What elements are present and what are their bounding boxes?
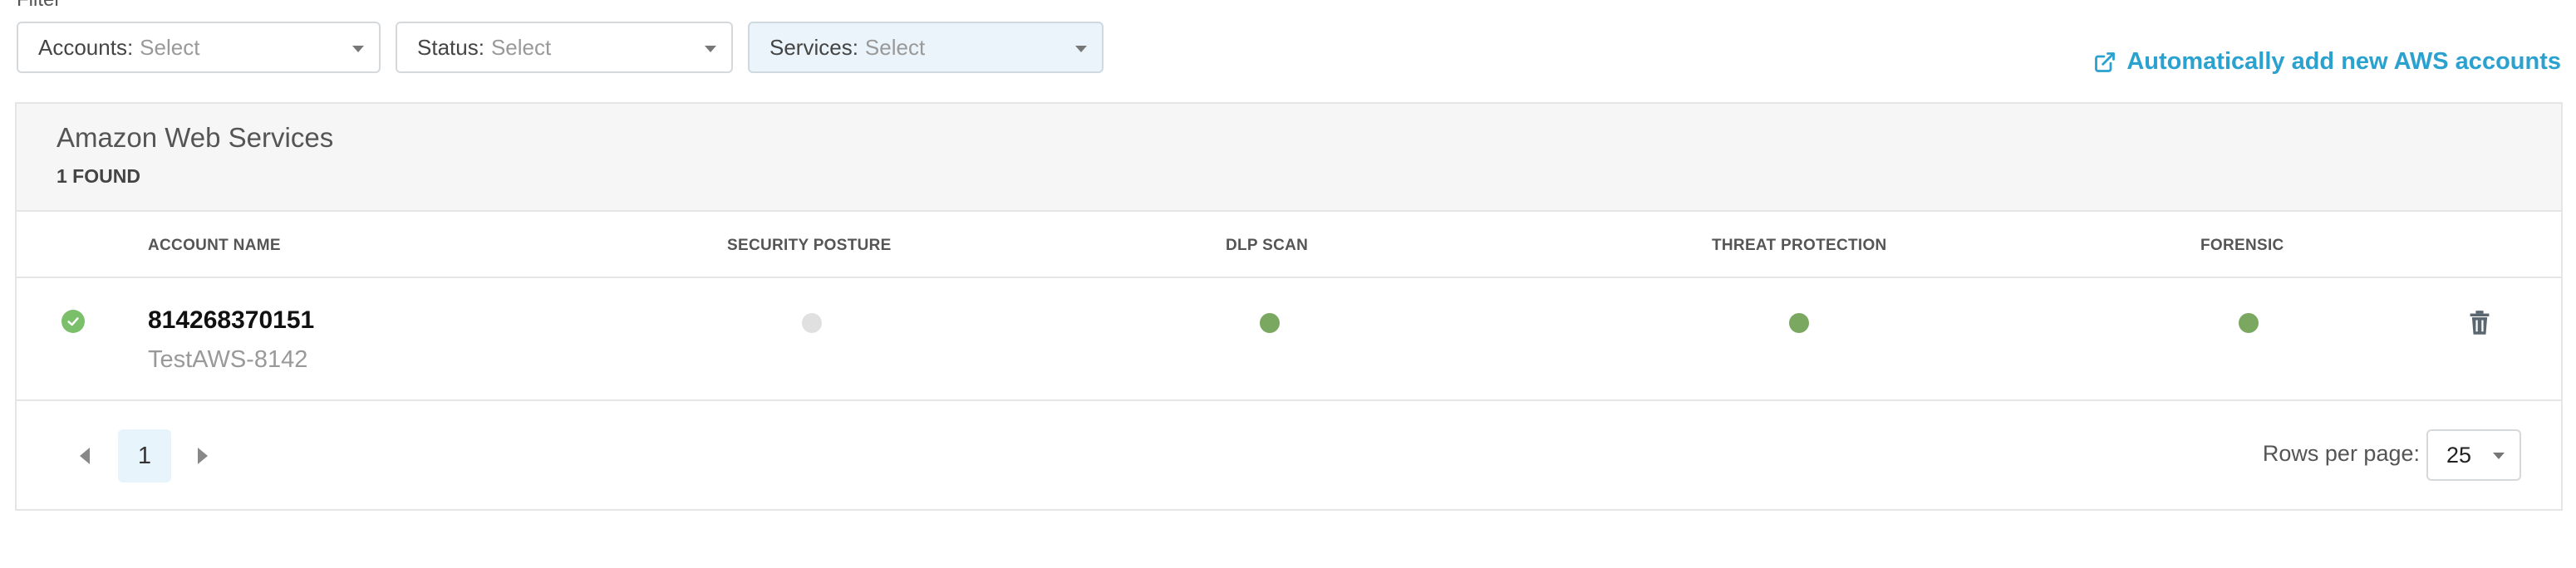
chevron-down-icon	[352, 46, 364, 52]
column-header-threat-protection: THREAT PROTECTION	[1712, 237, 1887, 254]
results-count: 1 FOUND	[57, 165, 140, 187]
filter-bar: Accounts: Select Status: Select Services…	[17, 22, 1104, 73]
pagination: 1 Rows per page: 25	[17, 401, 2561, 509]
dlp-scan-status-dot	[1260, 313, 1280, 333]
account-alias: TestAWS-8142	[148, 346, 308, 373]
chevron-down-icon	[2493, 453, 2505, 459]
external-link-icon	[2095, 51, 2116, 72]
rows-per-page-value: 25	[2446, 442, 2472, 468]
accounts-filter-dropdown[interactable]: Accounts: Select	[17, 22, 381, 73]
rows-per-page-label: Rows per page:	[2262, 441, 2420, 466]
table-header: ACCOUNT NAME SECURITY POSTURE DLP SCAN T…	[17, 212, 2561, 278]
status-filter-label: Status:	[417, 34, 484, 60]
aws-accounts-panel: Amazon Web Services 1 FOUND ACCOUNT NAME…	[15, 102, 2563, 511]
rows-per-page-select[interactable]: 25	[2426, 429, 2521, 481]
previous-page-icon[interactable]	[80, 448, 90, 464]
security-posture-status-dot	[802, 313, 822, 333]
services-filter-dropdown[interactable]: Services: Select	[748, 22, 1104, 73]
status-filter-value: Select	[490, 34, 552, 60]
accounts-filter-label: Accounts:	[38, 34, 134, 60]
column-header-security-posture: SECURITY POSTURE	[727, 237, 892, 254]
threat-protection-status-dot	[1789, 313, 1809, 333]
next-page-icon[interactable]	[198, 448, 208, 464]
page-number-current[interactable]: 1	[118, 429, 171, 482]
services-filter-label: Services:	[769, 34, 858, 60]
trash-icon[interactable]	[2468, 310, 2491, 336]
panel-title: Amazon Web Services	[57, 122, 334, 153]
filter-heading: Filter	[17, 0, 61, 12]
column-header-account-name: ACCOUNT NAME	[148, 237, 281, 254]
forensic-status-dot	[2239, 313, 2259, 333]
chevron-down-icon	[1075, 46, 1087, 52]
status-filter-dropdown[interactable]: Status: Select	[396, 22, 733, 73]
chevron-down-icon	[705, 46, 716, 52]
table-row[interactable]: 814268370151 TestAWS-8142	[17, 278, 2561, 401]
auto-add-aws-accounts-link[interactable]: Automatically add new AWS accounts	[2093, 48, 2561, 76]
column-header-forensic: FORENSIC	[2200, 237, 2284, 254]
accounts-filter-value: Select	[140, 34, 200, 60]
column-header-dlp-scan: DLP SCAN	[1226, 237, 1309, 254]
auto-add-link-label: Automatically add new AWS accounts	[2126, 48, 2561, 75]
account-number[interactable]: 814268370151	[148, 306, 314, 335]
panel-header: Amazon Web Services 1 FOUND	[17, 104, 2561, 212]
check-circle-icon	[61, 310, 85, 333]
services-filter-value: Select	[864, 34, 926, 60]
